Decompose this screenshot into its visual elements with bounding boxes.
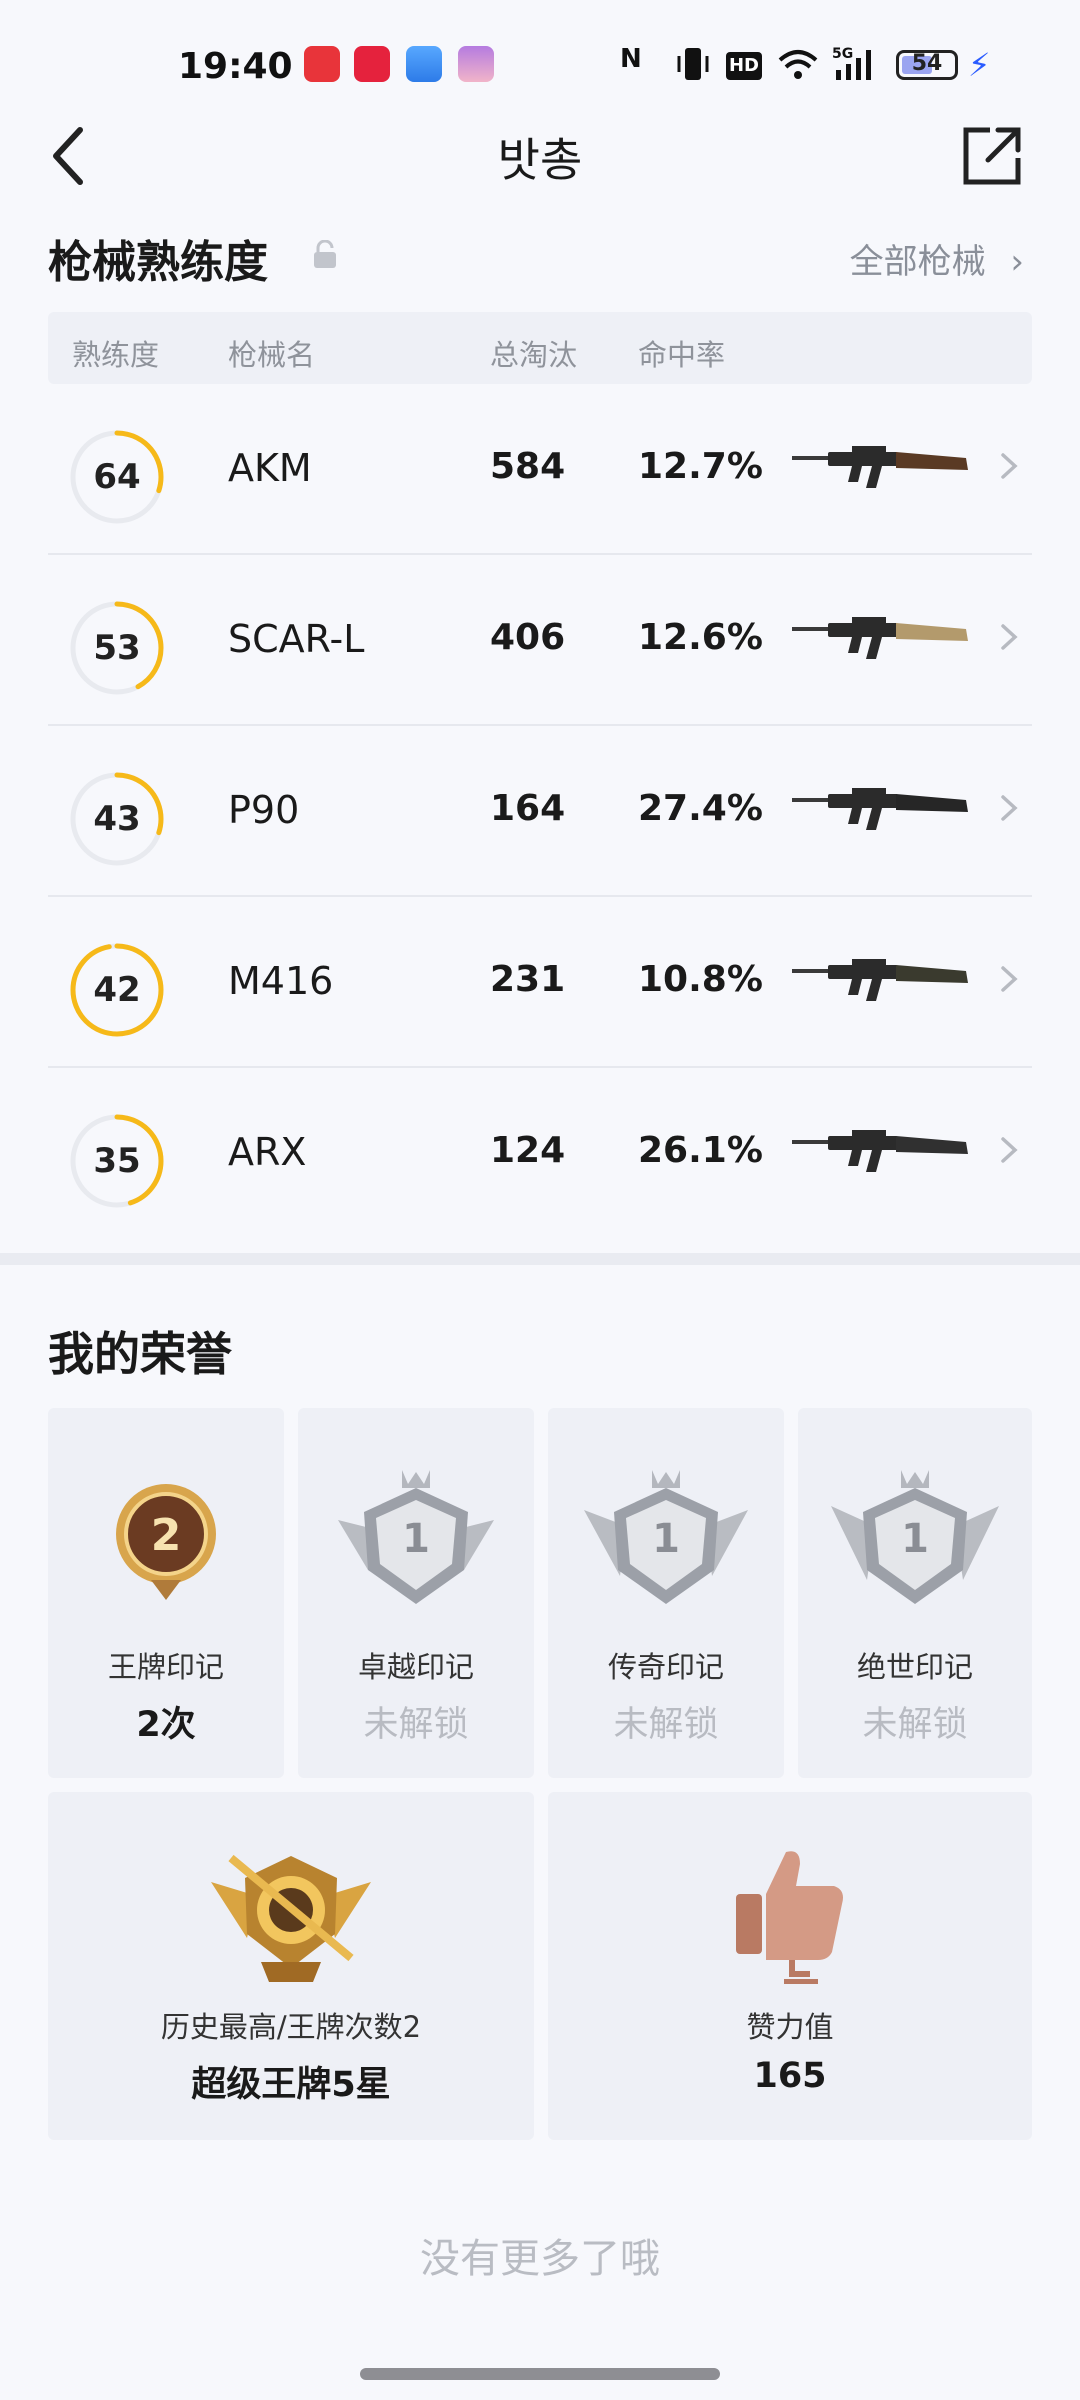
- chevron-right-icon: [1001, 795, 1018, 821]
- status-bar: 19:40 N HD 5G 54 ⚡: [0, 0, 1080, 120]
- honor-card-ace-mark[interactable]: 2 王牌印记 2次: [48, 1408, 284, 1778]
- lock-icon[interactable]: [312, 240, 338, 270]
- arx-rifle-icon: [792, 1130, 968, 1172]
- chevron-right-icon: [1001, 1137, 1018, 1163]
- section-divider: [0, 1253, 1080, 1265]
- thumbs-up-icon: [736, 1851, 843, 1984]
- gun-total-kills: 124: [490, 1130, 566, 1171]
- column-gun-name: 枪械名: [228, 338, 316, 372]
- honor-card-highest-tier[interactable]: 历史最高/王牌次数2 超级王牌5星: [48, 1792, 534, 2140]
- gun-row[interactable]: 35 ARX 124 26.1%: [48, 1068, 1032, 1239]
- chevron-right-icon: ›: [1010, 242, 1024, 282]
- mark-label: 传奇印记: [607, 1650, 724, 1684]
- column-hit-rate: 命中率: [638, 338, 726, 372]
- likes-value: 165: [753, 2056, 827, 2096]
- home-indicator[interactable]: [360, 2368, 720, 2380]
- all-guns-link[interactable]: 全部枪械 ›: [850, 234, 1024, 283]
- share-icon[interactable]: [960, 124, 1024, 188]
- no-more-text: 没有更多了哦: [420, 2236, 660, 2282]
- gun-name: M416: [228, 959, 334, 1003]
- chevron-right-icon: [1001, 966, 1018, 992]
- 5g-signal-icon: 5G: [832, 46, 871, 80]
- gun-total-kills: 406: [490, 617, 566, 658]
- honor-card-peerless-mark[interactable]: 1 绝世印记 未解锁: [798, 1408, 1032, 1778]
- gun-hit-rate: 26.1%: [638, 1130, 763, 1171]
- honor-card-excellent-mark[interactable]: 1 卓越印记 未解锁: [298, 1408, 534, 1778]
- chevron-right-icon: [1001, 453, 1018, 479]
- ace-tier-badge-icon: [211, 1854, 371, 1982]
- m416-rifle-icon: [792, 959, 968, 1001]
- mark-label: 卓越印记: [357, 1650, 474, 1684]
- charging-icon: ⚡: [968, 46, 991, 84]
- gun-mastery-heading: 枪械熟练度: [48, 237, 268, 288]
- legend-mark-badge-number: 1: [652, 1516, 680, 1562]
- honor-heading: 我的荣誉: [48, 1327, 232, 1381]
- mastery-level: 64: [93, 457, 141, 497]
- vibrate-icon: [677, 48, 709, 80]
- gun-row[interactable]: 64 AKM 584 12.7%: [48, 384, 1032, 555]
- mark-value: 未解锁: [363, 1705, 469, 1745]
- page-title: 밧총: [497, 133, 583, 187]
- gun-hit-rate: 10.8%: [638, 959, 763, 1000]
- legend-mark-badge-icon: 1: [584, 1470, 748, 1604]
- peerless-mark-badge-number: 1: [901, 1516, 929, 1562]
- mark-value: 未解锁: [862, 1705, 968, 1745]
- gun-hit-rate: 12.6%: [638, 617, 763, 658]
- gallery-app-icon: [406, 46, 442, 82]
- gun-row[interactable]: 42 M416 231 10.8%: [48, 897, 1032, 1068]
- peerless-mark-badge-icon: 1: [831, 1470, 999, 1604]
- gun-row[interactable]: 43 P90 164 27.4%: [48, 726, 1032, 897]
- mastery-level: 35: [93, 1141, 141, 1181]
- mark-label: 绝世印记: [856, 1650, 973, 1684]
- ace-mark-badge-icon: 2: [116, 1484, 216, 1600]
- gun-total-kills: 584: [490, 446, 566, 487]
- nfc-icon: N: [620, 44, 642, 74]
- wifi-icon: [778, 50, 818, 79]
- music-app-icon: [354, 46, 390, 82]
- mastery-level: 43: [93, 799, 141, 839]
- battery-icon: 54: [896, 50, 958, 80]
- gun-total-kills: 164: [490, 788, 566, 829]
- mark-label: 王牌印记: [107, 1650, 224, 1684]
- highest-tier-label: 历史最高/王牌次数2: [160, 2010, 422, 2044]
- mastery-level: 53: [93, 628, 141, 668]
- mastery-level: 42: [93, 970, 141, 1010]
- battery-level: 54: [911, 51, 943, 76]
- gun-hit-rate: 27.4%: [638, 788, 763, 829]
- app-notification-icon: [304, 46, 340, 82]
- gun-name: SCAR-L: [228, 617, 365, 661]
- akm-rifle-icon: [792, 446, 968, 488]
- status-time: 19:40: [178, 46, 293, 87]
- honor-card-legend-mark[interactable]: 1 传奇印记 未解锁: [548, 1408, 784, 1778]
- gun-row[interactable]: 53 SCAR-L 406 12.6%: [48, 555, 1032, 726]
- gun-total-kills: 231: [490, 959, 566, 1000]
- honor-card-likes[interactable]: 赞力值 165: [548, 1792, 1032, 2140]
- scar-l-rifle-icon: [792, 617, 968, 659]
- highest-tier-value: 超级王牌5星: [191, 2065, 391, 2105]
- mark-value: 2次: [136, 1705, 196, 1745]
- gun-table-header: 熟练度 枪械名 总淘汰 命中率: [48, 312, 1032, 384]
- p90-smg-icon: [792, 788, 968, 830]
- column-mastery: 熟练度: [72, 338, 160, 372]
- mark-value: 未解锁: [613, 1705, 719, 1745]
- ace-mark-badge-number: 2: [151, 1510, 182, 1561]
- gun-name: P90: [228, 788, 300, 832]
- svg-text:5G: 5G: [832, 46, 853, 62]
- excellent-mark-badge-number: 1: [402, 1516, 430, 1562]
- hd-icon: HD: [726, 52, 762, 80]
- chevron-right-icon: [1001, 624, 1018, 650]
- excellent-mark-badge-icon: 1: [338, 1470, 494, 1604]
- gun-name: ARX: [228, 1130, 307, 1174]
- all-guns-label: 全部枪械: [849, 242, 986, 282]
- likes-label: 赞力值: [746, 2010, 834, 2044]
- column-total-kills: 总淘汰: [490, 338, 578, 372]
- gun-hit-rate: 12.7%: [638, 446, 763, 487]
- gun-name: AKM: [228, 446, 312, 490]
- game-app-icon: [458, 46, 494, 82]
